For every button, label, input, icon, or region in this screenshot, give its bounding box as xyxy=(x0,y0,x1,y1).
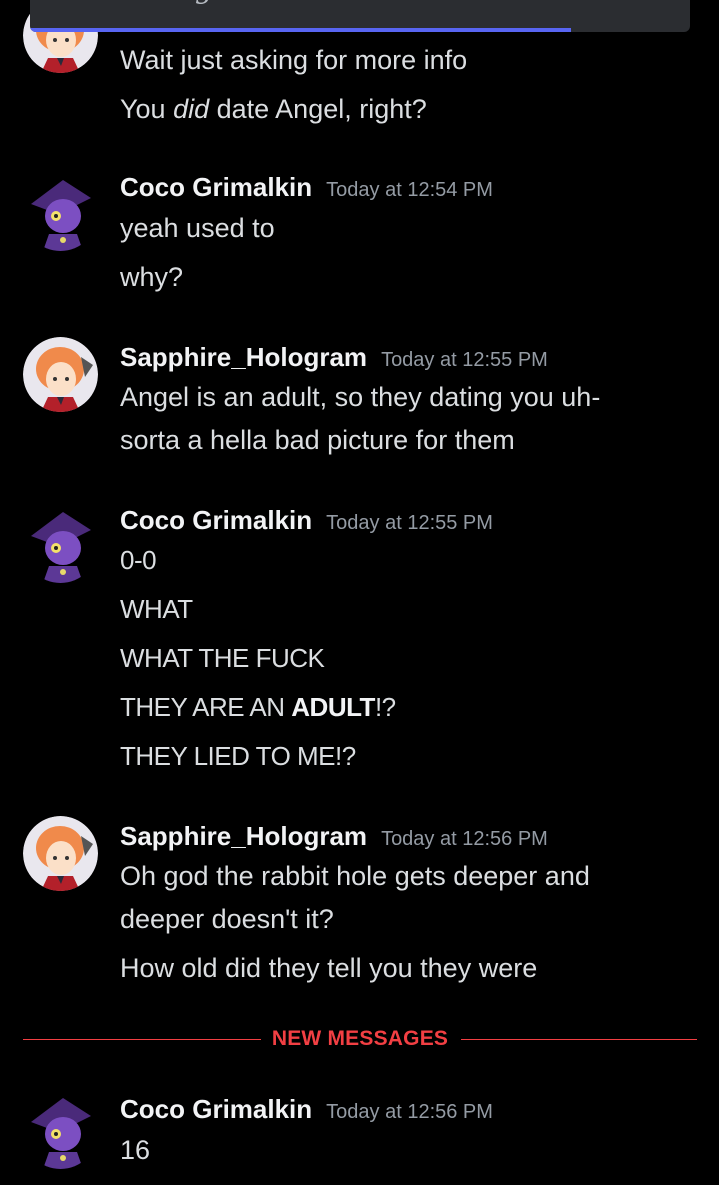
username[interactable]: Sapphire_Hologram xyxy=(120,821,367,851)
bold-text: ADULT xyxy=(291,692,375,722)
divider-rule-right xyxy=(461,1039,697,1040)
message-header: Coco Grimalkin Today at 12:54 PM xyxy=(120,172,493,203)
top-context-bar[interactable]: glare xyxy=(30,0,690,32)
message-line: Oh god the rabbit hole gets deeper and xyxy=(120,861,590,891)
top-bar-text: glare xyxy=(195,0,269,5)
username[interactable]: Coco Grimalkin xyxy=(120,1094,312,1124)
timestamp: Today at 12:56 PM xyxy=(326,1101,493,1123)
message-line: WHAT xyxy=(120,594,193,624)
timestamp: Today at 12:55 PM xyxy=(381,349,548,371)
username[interactable]: Coco Grimalkin xyxy=(120,172,312,202)
message-header: Coco Grimalkin Today at 12:55 PM xyxy=(120,505,493,536)
emphasis-text: did xyxy=(173,94,210,124)
message-line: THEY ARE AN ADULT!? xyxy=(120,692,396,722)
message-header: Sapphire_Hologram Today at 12:55 PM xyxy=(120,342,548,373)
coco-avatar-icon[interactable] xyxy=(23,508,98,583)
sapphire-avatar-icon[interactable] xyxy=(23,337,98,412)
message-line: sorta a hella bad picture for them xyxy=(120,425,515,455)
message-line: Wait just asking for more info xyxy=(120,45,468,75)
new-messages-divider: NEW MESSAGES xyxy=(23,1024,697,1054)
message-line: yeah used to xyxy=(120,213,275,243)
message-line: THEY LIED TO ME!? xyxy=(120,741,356,771)
sapphire-avatar-icon[interactable] xyxy=(23,816,98,891)
message-line: Angel is an adult, so they dating you uh… xyxy=(120,382,601,412)
top-bar-progress xyxy=(30,28,572,32)
message-header: Coco Grimalkin Today at 12:56 PM xyxy=(120,1094,493,1125)
coco-avatar-icon[interactable] xyxy=(23,176,98,251)
message-line: deeper doesn't it? xyxy=(120,904,334,934)
message-line: WHAT THE FUCK xyxy=(120,643,325,673)
message-header: Sapphire_Hologram Today at 12:56 PM xyxy=(120,821,548,852)
timestamp: Today at 12:56 PM xyxy=(381,828,548,850)
message-line: You did date Angel, right? xyxy=(120,94,427,124)
timestamp: Today at 12:54 PM xyxy=(326,179,493,201)
coco-avatar-icon[interactable] xyxy=(23,1094,98,1169)
message-line: why? xyxy=(120,262,184,292)
message-line: 0-0 xyxy=(120,545,157,575)
username[interactable]: Coco Grimalkin xyxy=(120,505,312,535)
message-line: How old did they tell you they were xyxy=(120,953,538,983)
message-line: 16 xyxy=(120,1135,151,1165)
username[interactable]: Sapphire_Hologram xyxy=(120,342,367,372)
timestamp: Today at 12:55 PM xyxy=(326,512,493,534)
